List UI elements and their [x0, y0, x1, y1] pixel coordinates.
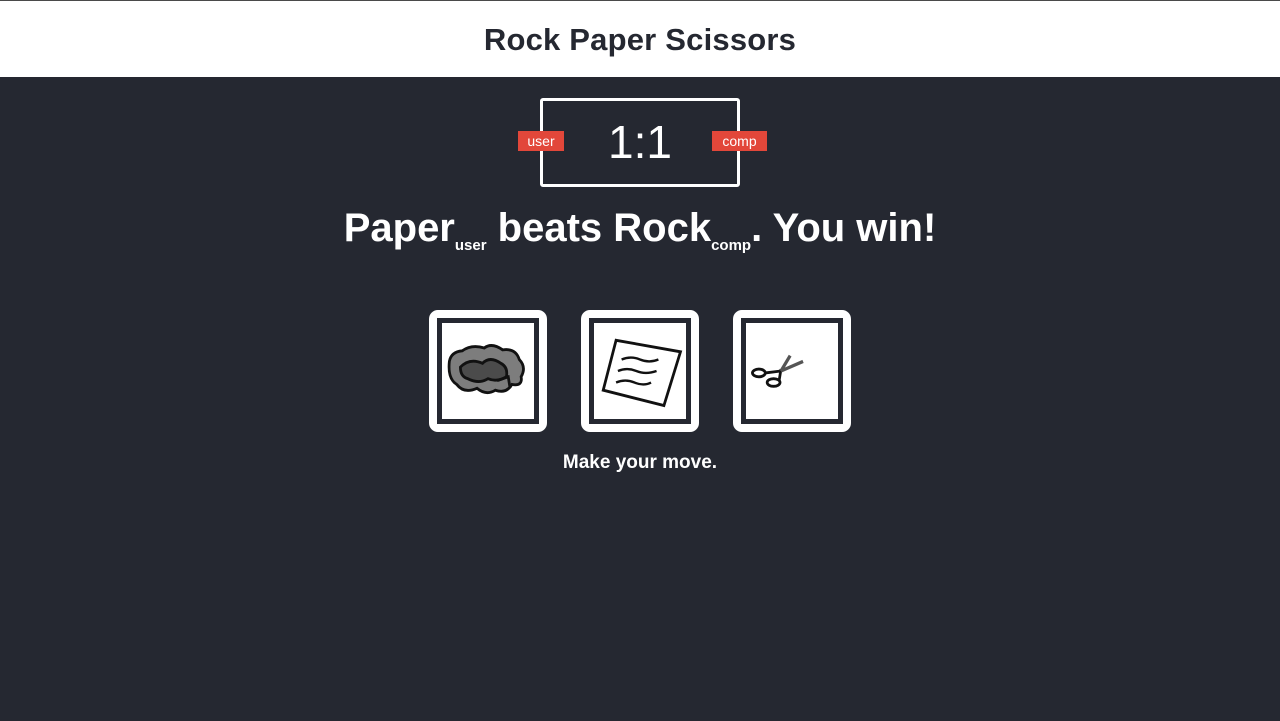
choice-buttons — [0, 310, 1280, 433]
paper-tile — [589, 318, 691, 424]
comp-choice-text: Rock — [613, 206, 712, 250]
result-message: Paperuser beats Rockcomp. You win! — [0, 206, 1280, 254]
page-title: Rock Paper Scissors — [483, 22, 797, 57]
app-header: Rock Paper Scissors — [0, 0, 1280, 77]
user-choice-sub: user — [454, 237, 487, 254]
rock-tile — [437, 318, 539, 424]
scissors-tile — [741, 318, 843, 424]
scissors-icon — [751, 354, 804, 388]
move-prompt: Make your move. — [562, 452, 718, 473]
comp-choice-sub: comp — [711, 237, 752, 254]
comp-badge: comp — [712, 131, 767, 151]
rock-icon — [447, 344, 525, 395]
result-verb: beats — [486, 206, 614, 250]
user-badge: user — [518, 131, 564, 151]
scoreboard: 1:1 — [540, 98, 740, 187]
paper-button[interactable] — [581, 310, 699, 432]
score-display: 1:1 — [608, 116, 672, 168]
result-outcome: . You win! — [751, 206, 937, 250]
paper-icon — [601, 338, 683, 408]
user-choice-text: Paper — [343, 206, 455, 250]
scissors-button[interactable] — [733, 310, 851, 432]
rock-button[interactable] — [429, 310, 547, 432]
